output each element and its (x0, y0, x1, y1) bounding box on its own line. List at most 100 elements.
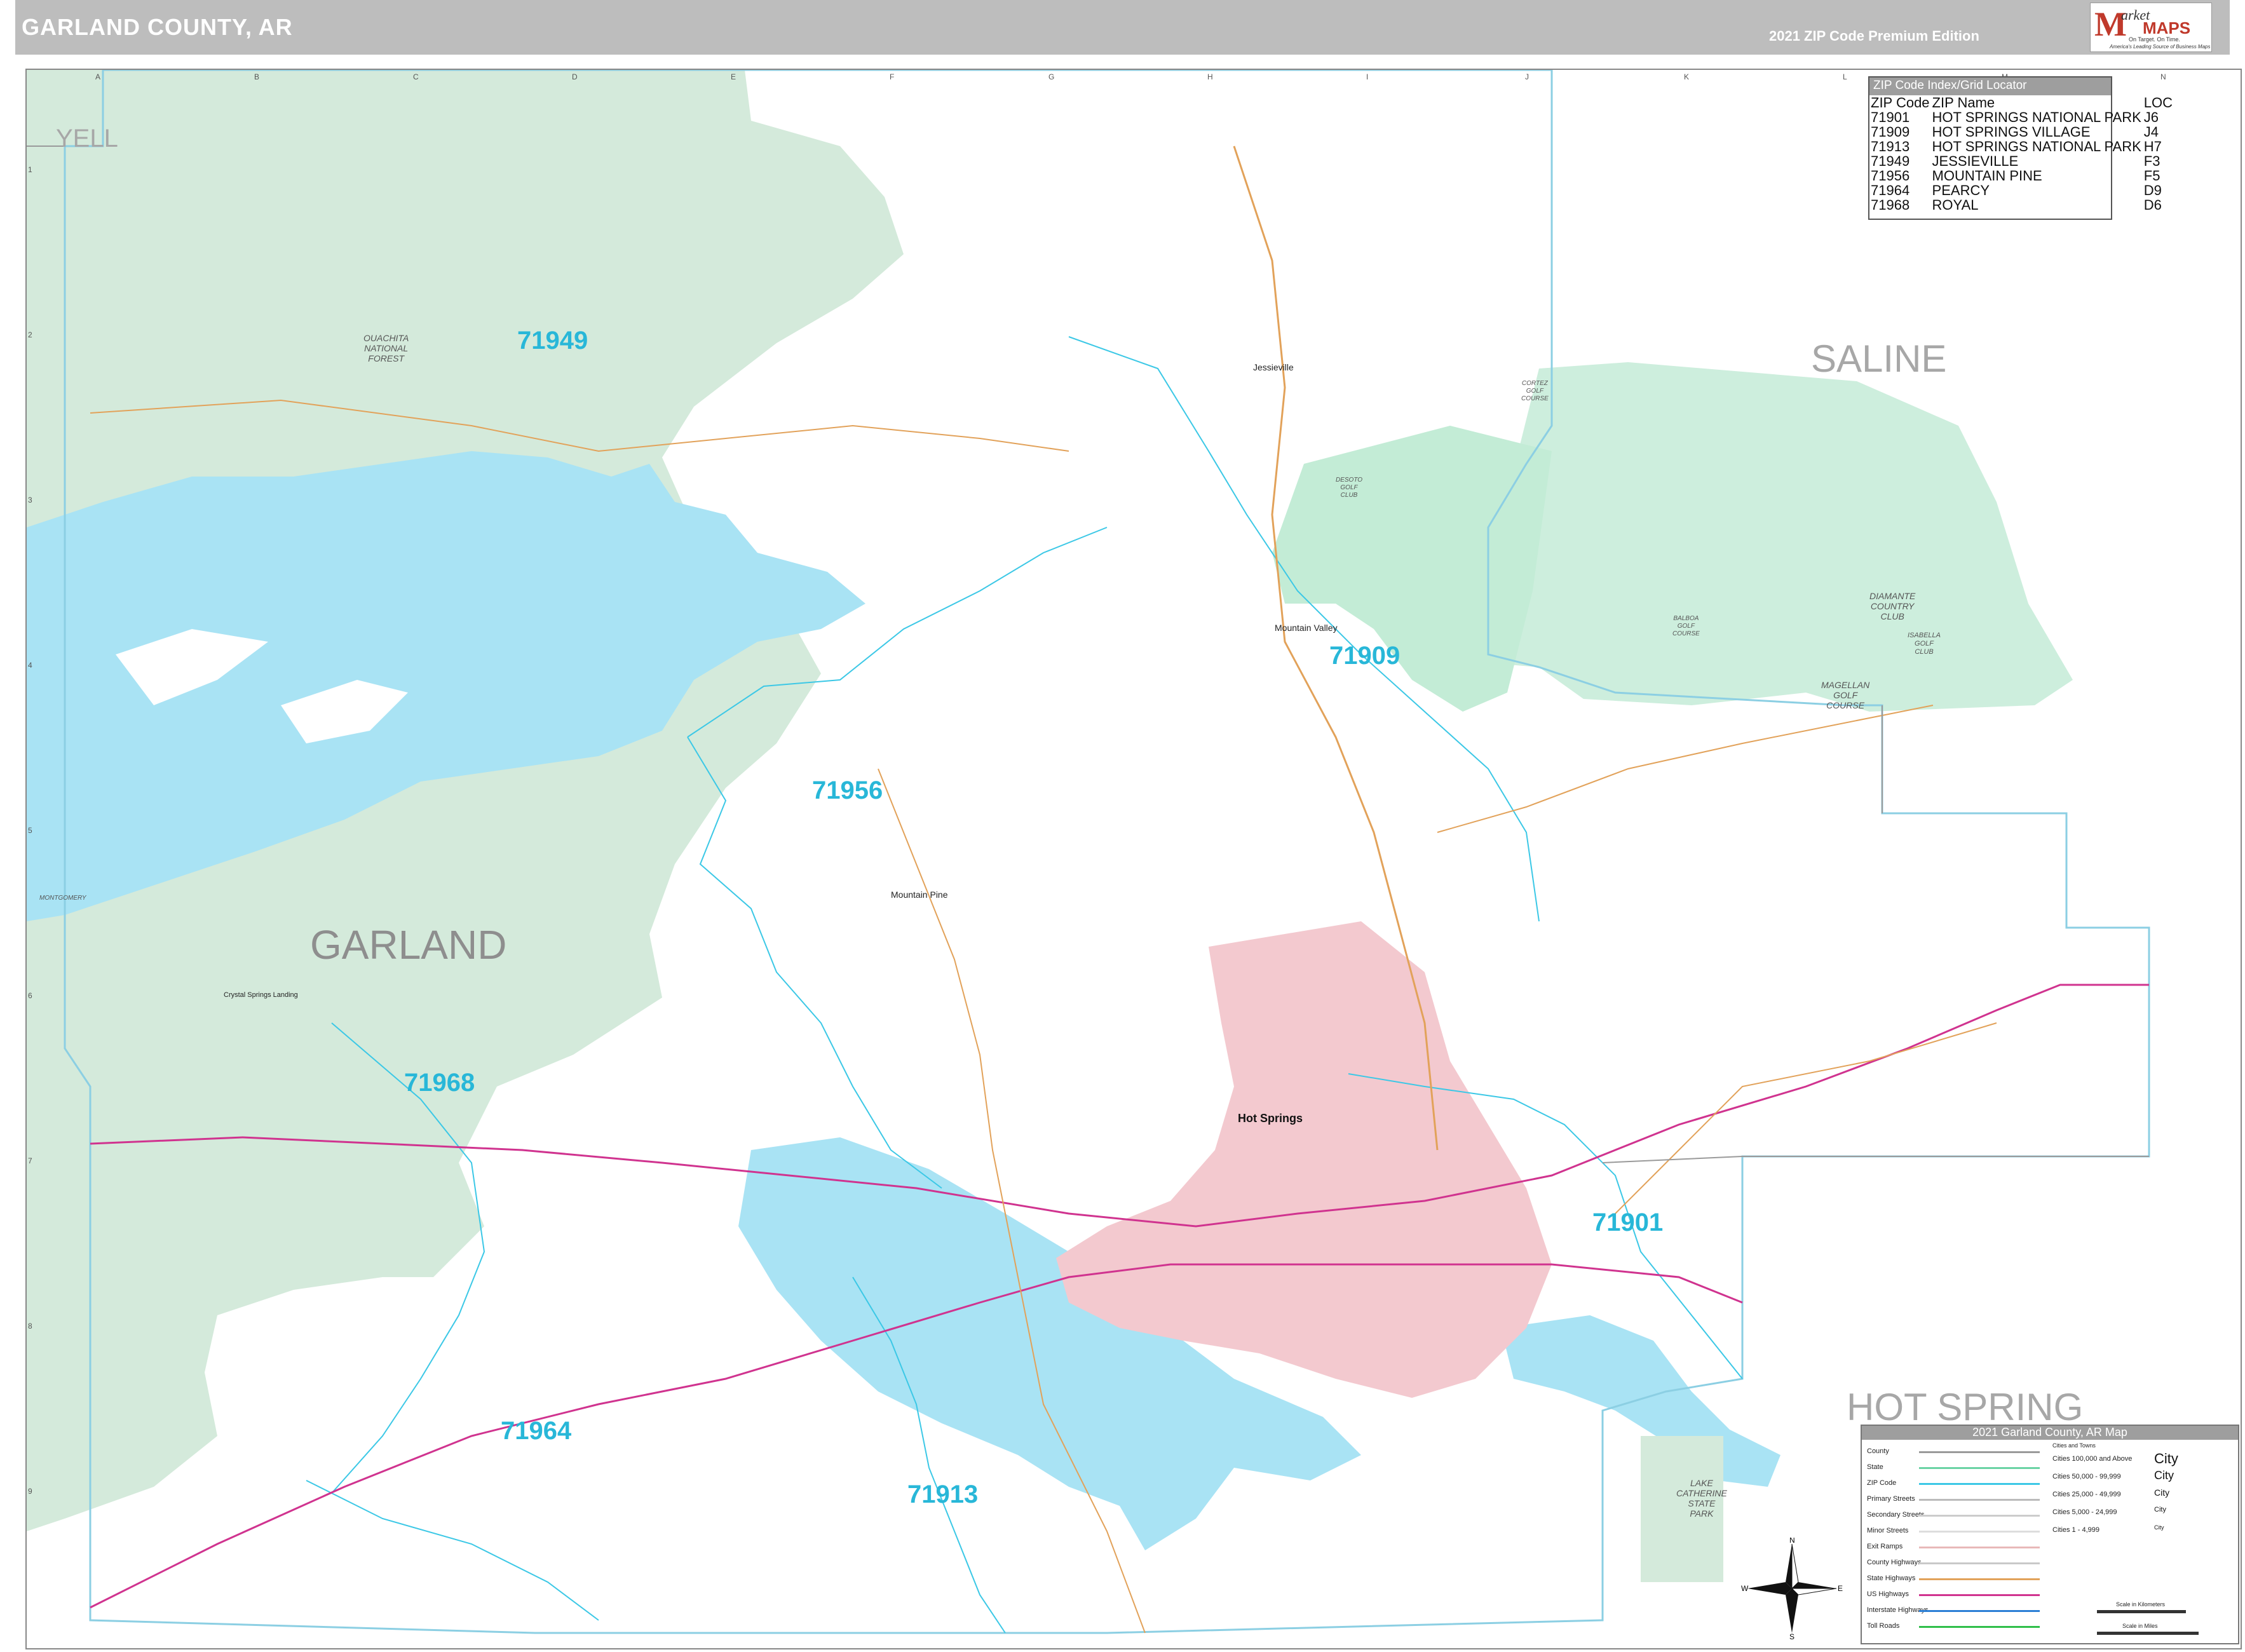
legend-cities-title: Cities and Towns (2052, 1442, 2096, 1449)
grid-col-K: K (1684, 72, 1690, 81)
grid-row-5: 5 (28, 826, 32, 835)
loc-cell: D9 (2143, 182, 2162, 198)
legend-city-label: Cities 50,000 - 99,999 (2052, 1473, 2121, 1480)
edition-label: 2021 ZIP Code Premium Edition (1769, 28, 1979, 44)
label-desoto-golf-club: DESOTO GOLF CLUB (1336, 477, 1363, 499)
label-ouachita-national-forest: OUACHITA NATIONAL FOREST (363, 333, 409, 363)
compass-rose-icon: N S W E (1741, 1538, 1843, 1639)
map-title: GARLAND COUNTY, AR (22, 14, 293, 40)
zip-cell: 71913 (1871, 139, 1910, 154)
zip-label-71901: 71901 (1592, 1209, 1664, 1236)
grid-row-9: 9 (28, 1487, 32, 1496)
legend-title: 2021 Garland County, AR Map (1862, 1426, 2238, 1440)
loc-cell: H7 (2143, 139, 2162, 154)
legend-row-label: Primary Streets (1867, 1495, 1915, 1503)
logo-maps: MAPS (2143, 18, 2191, 37)
table-row: 71909 HOT SPRINGS VILLAGE J4 (1869, 125, 2174, 139)
legend-scale-mi: Scale in Miles (2122, 1623, 2158, 1629)
legend-row-label: State (1867, 1463, 1883, 1471)
scale-bar-km (2097, 1610, 2186, 1613)
legend-row-label: Toll Roads (1867, 1622, 1900, 1630)
legend-line-swatch (1919, 1531, 2040, 1533)
zip-index-title: ZIP Code Index/Grid Locator (1869, 78, 2111, 95)
zip-name-cell: MOUNTAIN PINE (1932, 168, 2042, 184)
zip-name-cell: JESSIEVILLE (1932, 153, 2019, 169)
compass-e: E (1838, 1584, 1843, 1593)
legend-city-sample: City (2154, 1450, 2178, 1466)
zip-cell: 71968 (1871, 197, 1910, 213)
compass-w: W (1741, 1584, 1749, 1593)
county-label-montgomery: MONTGOMERY (39, 895, 86, 902)
legend-row-label: Minor Streets (1867, 1527, 1909, 1534)
zip-name-cell: PEARCY (1932, 182, 1990, 198)
grid-col-F: F (890, 72, 895, 81)
legend-city-sample: City (2154, 1487, 2170, 1498)
label-lake-catherine-state-park: LAKE CATHERINE STATE PARK (1676, 1478, 1727, 1519)
table-row: 71901 HOT SPRINGS NATIONAL PARK J6 (1869, 110, 2174, 125)
city-label-crystal-springs: Crystal Springs Landing (224, 991, 298, 999)
compass-s: S (1789, 1632, 1794, 1639)
table-row: 71956 MOUNTAIN PINE F5 (1869, 168, 2174, 183)
zip-cell: 71949 (1871, 153, 1910, 169)
loc-cell: D6 (2143, 197, 2162, 213)
legend-city-label: Cities 25,000 - 49,999 (2052, 1491, 2121, 1498)
legend-line-swatch (1919, 1547, 2040, 1548)
county-label-hot-spring: HOT SPRING (1847, 1386, 2084, 1428)
grid-row-8: 8 (28, 1322, 32, 1330)
legend-row-label: County Highways (1867, 1559, 1922, 1566)
city-label-jessieville: Jessieville (1253, 362, 1294, 372)
label-cortez-golf-course: CORTEZ GOLF COURSE (1521, 380, 1549, 402)
map-legend: 2021 Garland County, AR Map County State Z… (1861, 1425, 2239, 1644)
legend-line-swatch (1919, 1610, 2040, 1612)
zip-label-71964: 71964 (501, 1417, 572, 1445)
grid-col-L: L (1843, 72, 1847, 81)
table-row: 71949 JESSIEVILLE F3 (1869, 154, 2174, 168)
label-magellan-golf-course: MAGELLAN GOLF COURSE (1821, 680, 1870, 710)
zip-label-71909: 71909 (1329, 642, 1401, 670)
legend-line-swatch (1919, 1483, 2040, 1485)
zip-cell: 71964 (1871, 182, 1910, 198)
logo-tagline: On Target. On Time. (2129, 36, 2180, 43)
legend-line-swatch (1919, 1499, 2040, 1501)
zip-name-cell: HOT SPRINGS NATIONAL PARK (1932, 109, 2141, 125)
legend-line-swatch (1919, 1467, 2040, 1469)
legend-city-sample: City (2154, 1469, 2174, 1482)
grid-col-H: H (1207, 72, 1213, 81)
legend-row-label: Exit Ramps (1867, 1543, 1903, 1550)
col-loc: LOC (2143, 95, 2173, 111)
legend-line-swatch (1919, 1594, 2040, 1596)
grid-col-C: C (413, 72, 419, 81)
loc-cell: J4 (2143, 124, 2159, 140)
grid-col-E: E (731, 72, 736, 81)
zip-label-71949: 71949 (517, 327, 588, 355)
city-label-hot-springs: Hot Springs (1238, 1112, 1303, 1125)
col-zip-name: ZIP Name (1932, 95, 1995, 111)
grid-col-D: D (572, 72, 578, 81)
zip-cell: 71909 (1871, 124, 1910, 140)
legend-city-sample: City (2154, 1506, 2166, 1514)
grid-col-J: J (1525, 72, 1529, 81)
legend-line-swatch (1919, 1451, 2040, 1453)
grid-col-I: I (1366, 72, 1369, 81)
legend-row-label: Secondary Streets (1867, 1511, 1925, 1519)
loc-cell: F5 (2143, 168, 2160, 184)
zip-name-cell: ROYAL (1932, 197, 1979, 213)
city-label-mountain-valley: Mountain Valley (1275, 623, 1338, 633)
county-label-saline: SALINE (1811, 337, 1947, 380)
legend-line-swatch (1919, 1562, 2040, 1564)
map-frame: A B C D E F G H I J K L M N 1 2 3 4 5 6 … (25, 69, 2242, 1649)
legend-city-label: Cities 100,000 and Above (2052, 1455, 2133, 1463)
city-label-mountain-pine: Mountain Pine (891, 890, 948, 900)
grid-row-6: 6 (28, 991, 32, 1000)
grid-col-B: B (254, 72, 260, 81)
zip-index-header: ZIP Code ZIP Name LOC (1869, 95, 2174, 110)
legend-row-label: US Highways (1867, 1590, 1909, 1598)
legend-city-sample: City (2154, 1524, 2164, 1531)
zip-name-cell: HOT SPRINGS NATIONAL PARK (1932, 139, 2141, 154)
legend-row-label: County (1867, 1447, 1889, 1455)
grid-row-2: 2 (28, 330, 32, 339)
table-row: 71968 ROYAL D6 (1869, 198, 2174, 212)
logo-tagline-2: America's Leading Source of Business Map… (2110, 44, 2211, 50)
grid-row-4: 4 (28, 661, 32, 670)
compass-n: N (1789, 1538, 1795, 1545)
